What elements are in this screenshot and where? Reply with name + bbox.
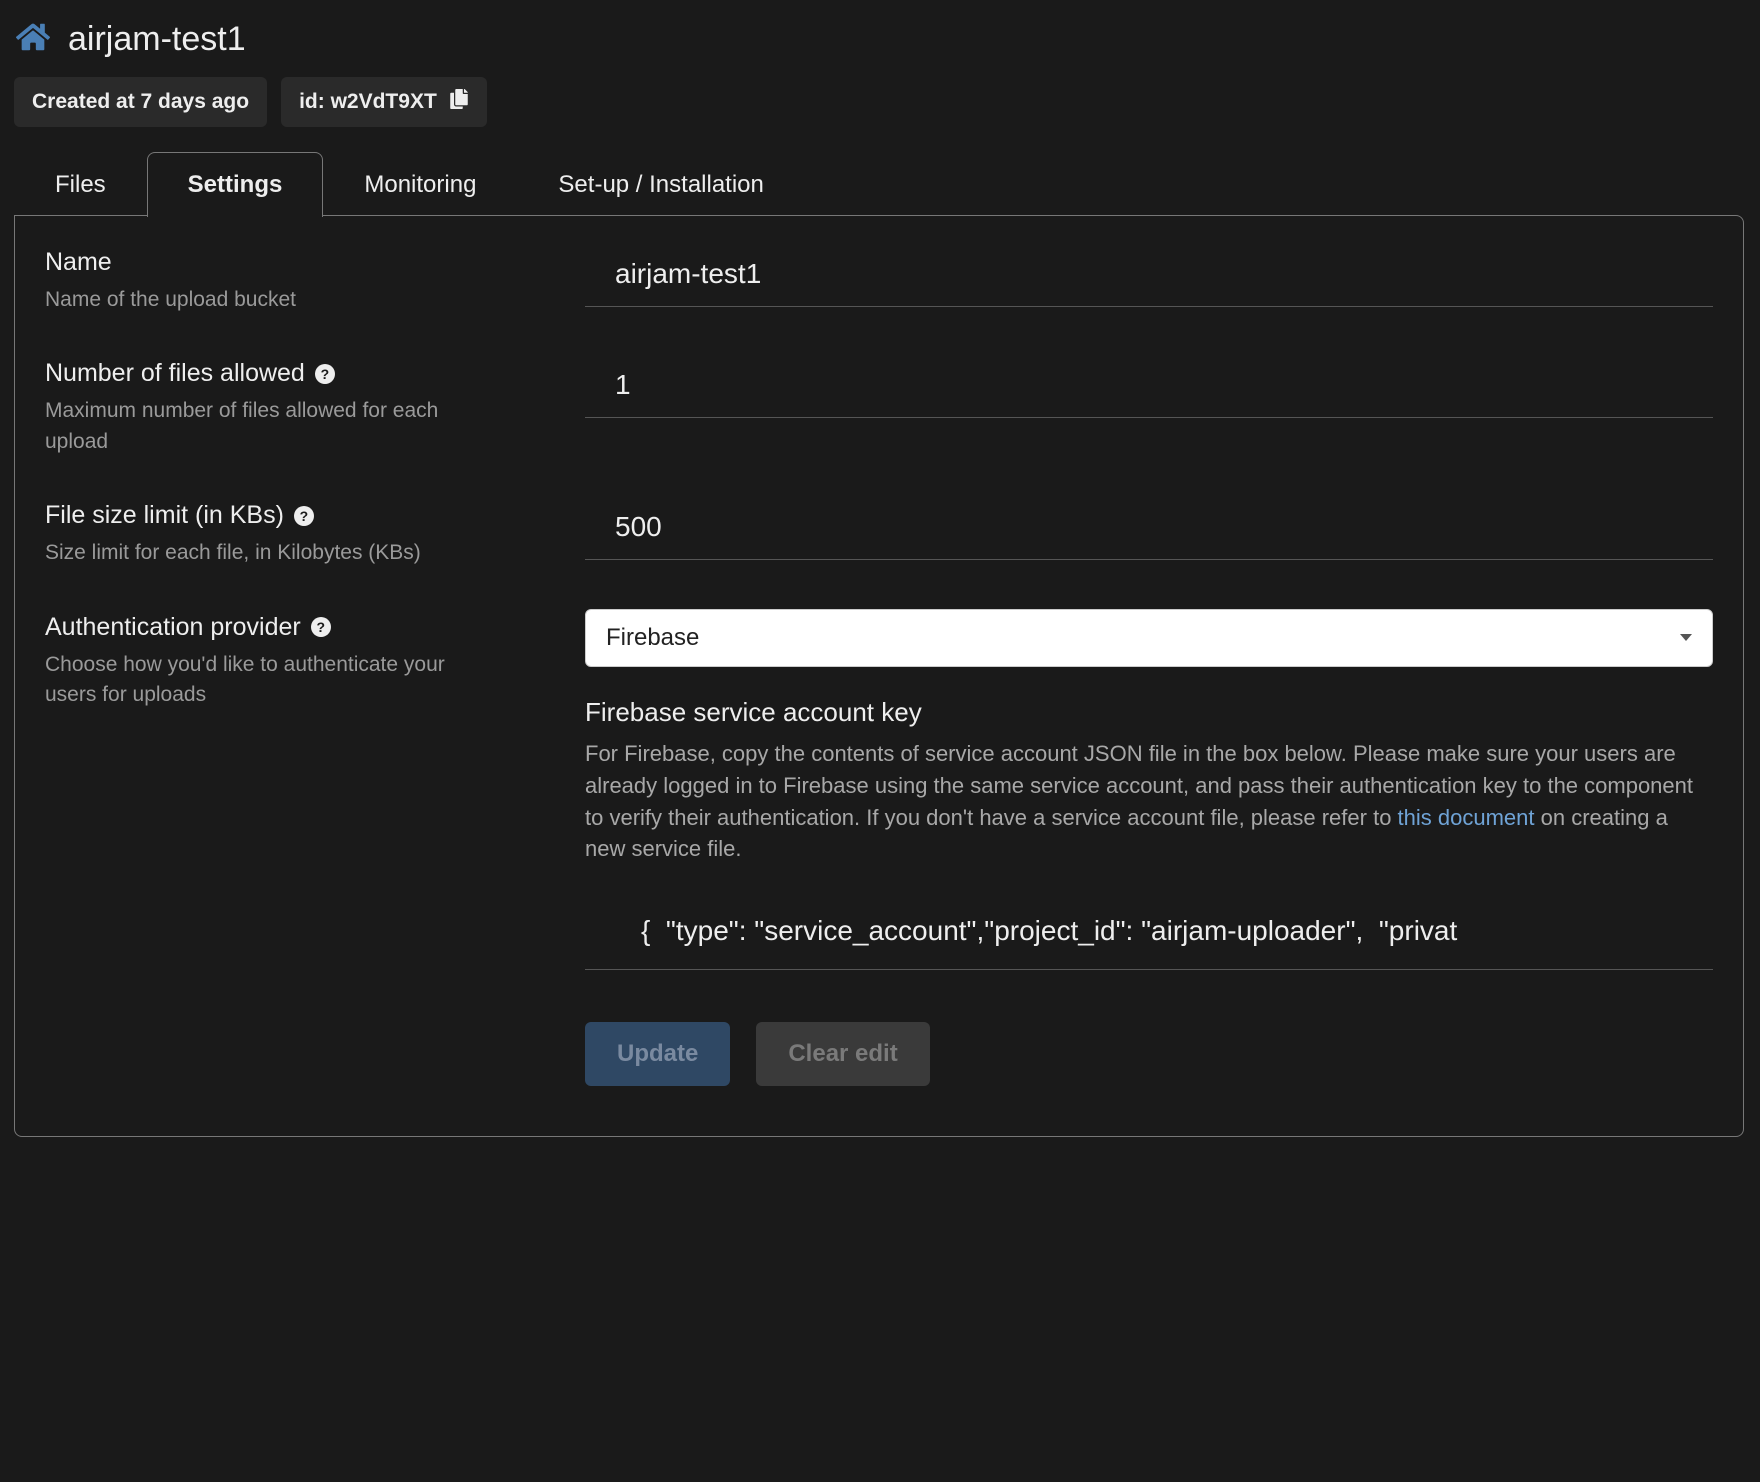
- tab-monitoring[interactable]: Monitoring: [323, 152, 517, 217]
- chevron-down-icon: [1680, 634, 1692, 641]
- help-icon[interactable]: ?: [315, 364, 335, 384]
- auth-provider-select[interactable]: Firebase: [585, 609, 1713, 667]
- numfiles-desc: Maximum number of files allowed for each…: [45, 396, 485, 457]
- help-icon[interactable]: ?: [294, 506, 314, 526]
- home-icon[interactable]: [16, 20, 50, 59]
- tab-setup[interactable]: Set-up / Installation: [517, 152, 804, 217]
- service-key-heading: Firebase service account key: [585, 697, 1713, 728]
- page-title: airjam-test1: [68, 20, 246, 59]
- sizelimit-desc: Size limit for each file, in Kilobytes (…: [45, 538, 485, 568]
- tab-settings[interactable]: Settings: [147, 152, 324, 217]
- copy-icon[interactable]: [449, 89, 469, 115]
- auth-desc: Choose how you'd like to authenticate yo…: [45, 650, 485, 711]
- doc-link[interactable]: this document: [1398, 805, 1535, 830]
- name-input[interactable]: [585, 244, 1713, 307]
- tabs: Files Settings Monitoring Set-up / Insta…: [14, 151, 1750, 216]
- auth-provider-value: Firebase: [606, 624, 699, 652]
- numfiles-input[interactable]: [585, 355, 1713, 418]
- service-key-input[interactable]: [585, 865, 1713, 970]
- id-chip: id: w2VdT9XT: [281, 77, 487, 127]
- help-icon[interactable]: ?: [311, 617, 331, 637]
- service-key-desc: For Firebase, copy the contents of servi…: [585, 738, 1713, 866]
- created-at-text: Created at 7 days ago: [32, 90, 249, 114]
- name-label: Name: [45, 248, 565, 277]
- created-at-chip: Created at 7 days ago: [14, 77, 267, 127]
- clear-edit-button[interactable]: Clear edit: [756, 1022, 929, 1086]
- sizelimit-label: File size limit (in KBs): [45, 501, 284, 530]
- id-text: id: w2VdT9XT: [299, 90, 437, 114]
- numfiles-label: Number of files allowed: [45, 359, 305, 388]
- sizelimit-input[interactable]: [585, 497, 1713, 560]
- update-button[interactable]: Update: [585, 1022, 730, 1086]
- name-desc: Name of the upload bucket: [45, 285, 485, 315]
- tab-files[interactable]: Files: [14, 152, 147, 217]
- settings-panel: Name Name of the upload bucket Number of…: [14, 215, 1744, 1137]
- auth-label: Authentication provider: [45, 613, 301, 642]
